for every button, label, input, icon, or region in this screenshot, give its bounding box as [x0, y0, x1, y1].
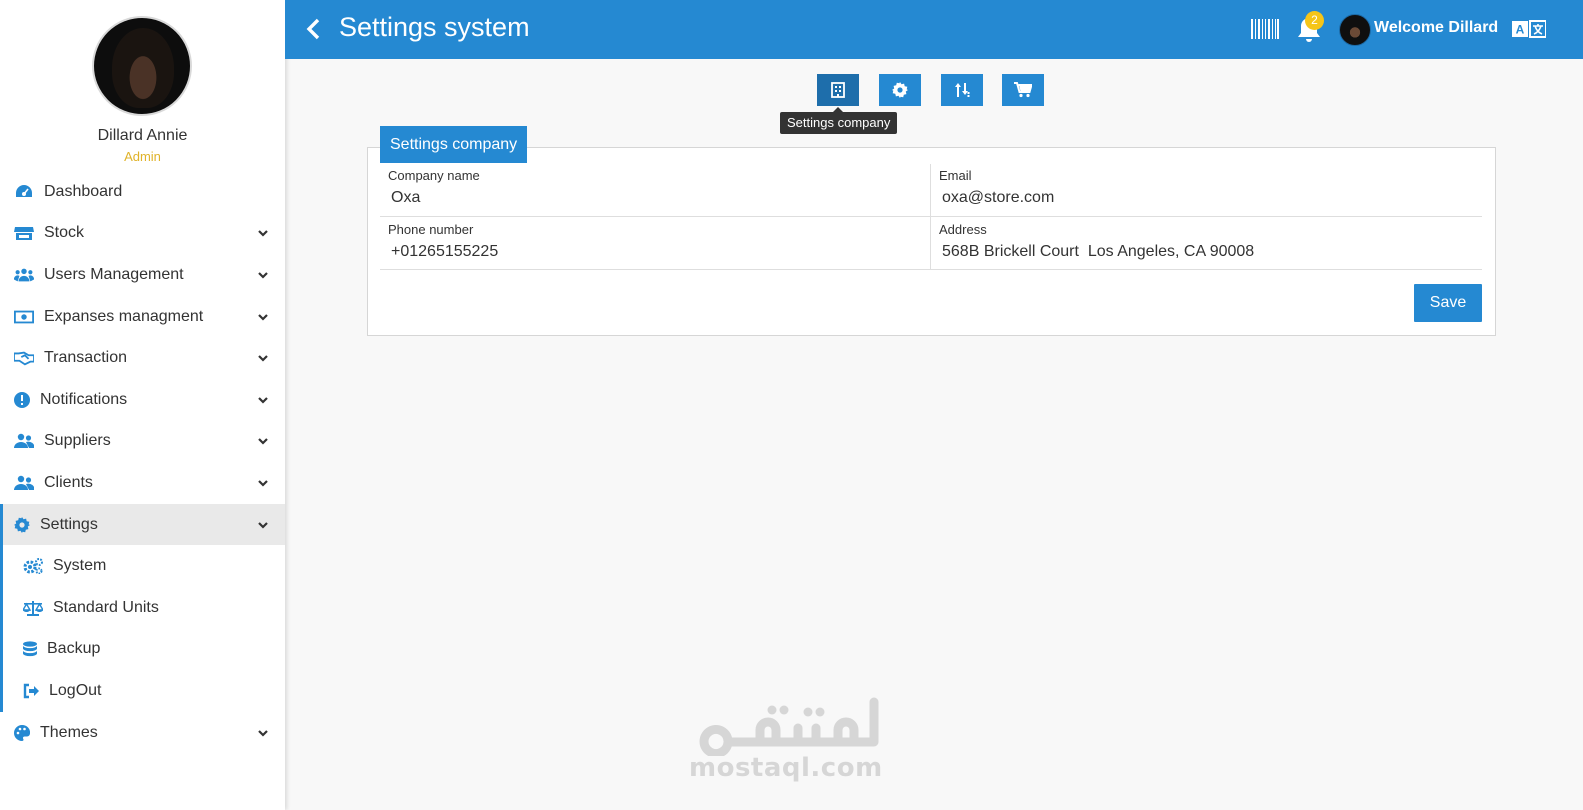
tab-company[interactable]: [817, 74, 859, 106]
sidebar-item-label: Settings: [40, 515, 98, 533]
sidebar-subitem-label: LogOut: [49, 681, 102, 699]
language-icon[interactable]: A: [1512, 20, 1546, 38]
user-role: Admin: [124, 149, 161, 164]
sidebar-item-stock[interactable]: Stock: [0, 213, 285, 255]
sidebar-subitem-label: Backup: [47, 640, 101, 658]
chevron-down-icon: [258, 230, 268, 237]
store-icon: [14, 225, 34, 241]
address-label: Address: [939, 222, 987, 237]
sidebar-item-label: Users Management: [44, 265, 184, 283]
user-name: Dillard Annie: [97, 127, 188, 144]
svg-text:A: A: [1516, 23, 1525, 37]
logout-icon: [23, 683, 39, 699]
chevron-down-icon: [258, 729, 268, 737]
cart-icon: [1014, 82, 1032, 98]
watermark-logo: [699, 697, 879, 756]
user-avatar: [92, 16, 192, 116]
sidebar-subitem-backup[interactable]: Backup: [3, 629, 285, 671]
welcome-text[interactable]: Welcome Dillard: [1374, 19, 1498, 37]
sidebar-item-clients[interactable]: Clients: [0, 462, 285, 504]
email-label: Email: [939, 168, 972, 183]
money-icon: [14, 309, 34, 325]
row-divider: [380, 216, 1482, 217]
users-icon: [14, 267, 34, 283]
chevron-down-icon: [258, 438, 268, 445]
sidebar-item-label: Expanses managment: [44, 307, 204, 325]
sidebar-subitem-standard-units[interactable]: Standard Units: [3, 587, 285, 629]
avatar[interactable]: [1339, 14, 1371, 46]
chevron-down-icon: [258, 313, 268, 321]
sidebar-item-expanses[interactable]: Expanses managment: [0, 296, 285, 338]
sidebar-item-notifications[interactable]: Notifications: [0, 379, 285, 421]
page-title: Settings system: [339, 12, 530, 42]
chevron-down-icon: [258, 521, 268, 529]
tab-tooltip: Settings company: [780, 107, 898, 134]
sidebar-item-users-management[interactable]: Users Management: [0, 254, 285, 296]
sidebar-item-label: Clients: [44, 473, 93, 491]
phone-label: Phone number: [388, 222, 474, 237]
email-field[interactable]: oxa@store.com: [942, 189, 1054, 207]
gears-icon: [23, 558, 43, 575]
building-icon: [831, 82, 845, 98]
tab-sales[interactable]: [1002, 74, 1044, 106]
company-name-label: Company name: [388, 168, 480, 183]
tab-general-settings[interactable]: [879, 74, 921, 106]
save-button[interactable]: Save: [1414, 284, 1482, 322]
sidebar-subitem-system[interactable]: System: [3, 545, 285, 587]
sidebar: Dillard Annie Admin Dashboard Stock User…: [0, 0, 285, 810]
sidebar-item-label: Transaction: [44, 349, 127, 367]
sidebar-item-label: Suppliers: [44, 432, 111, 450]
sidebar-item-dashboard[interactable]: Dashboard: [0, 171, 285, 213]
sidebar-item-suppliers[interactable]: Suppliers: [0, 421, 285, 463]
sidebar-item-label: Stock: [44, 224, 85, 242]
users-icon: [14, 433, 34, 449]
sidebar-item-label: Themes: [40, 723, 98, 741]
address-field[interactable]: 568B Brickell Court Los Angeles, CA 9000…: [942, 243, 1254, 261]
company-name-field[interactable]: Oxa: [391, 189, 420, 207]
chevron-down-icon: [258, 355, 268, 362]
database-icon: [23, 641, 37, 657]
phone-field[interactable]: +01265155225: [391, 243, 498, 261]
sidebar-subitem-label: System: [53, 557, 107, 575]
panel-title: Settings company: [380, 126, 528, 163]
users-icon: [14, 475, 34, 491]
sidebar-subitem-label: Standard Units: [53, 598, 159, 616]
chevron-down-icon: [258, 480, 268, 487]
top-bar: Settings system 2 Welcome Dillard A: [285, 0, 1583, 59]
sidebar-menu: Dashboard Stock Users Management Expanse…: [0, 171, 285, 753]
sidebar-item-label: Dashboard: [44, 182, 123, 200]
company-settings-panel: [367, 147, 1496, 336]
watermark-text: mostaql.com: [689, 753, 883, 783]
sidebar-item-label: Notifications: [40, 390, 128, 408]
palette-icon: [14, 724, 30, 741]
field-divider: [930, 217, 931, 269]
field-divider: [930, 164, 931, 216]
chevron-down-icon: [258, 272, 268, 279]
tab-sorting[interactable]: [941, 74, 983, 106]
chevron-down-icon: [258, 396, 268, 404]
sidebar-item-transaction[interactable]: Transaction: [0, 337, 285, 379]
barcode-icon[interactable]: [1251, 17, 1279, 41]
sidebar-subitem-logout[interactable]: LogOut: [3, 670, 285, 712]
gear-icon: [14, 516, 30, 533]
dashboard-icon: [14, 184, 34, 200]
gear-icon: [892, 82, 908, 98]
handshake-icon: [14, 350, 34, 366]
row-divider: [380, 269, 1482, 270]
sidebar-item-settings[interactable]: Settings: [0, 503, 285, 546]
sidebar-item-themes[interactable]: Themes: [0, 712, 285, 754]
settings-submenu: System Standard Units Backup LogOut: [0, 545, 285, 712]
sort-icon: [955, 83, 970, 97]
alert-icon: [14, 391, 30, 408]
back-icon[interactable]: [305, 17, 321, 41]
notification-badge: 2: [1305, 11, 1324, 30]
scale-icon: [23, 600, 43, 616]
